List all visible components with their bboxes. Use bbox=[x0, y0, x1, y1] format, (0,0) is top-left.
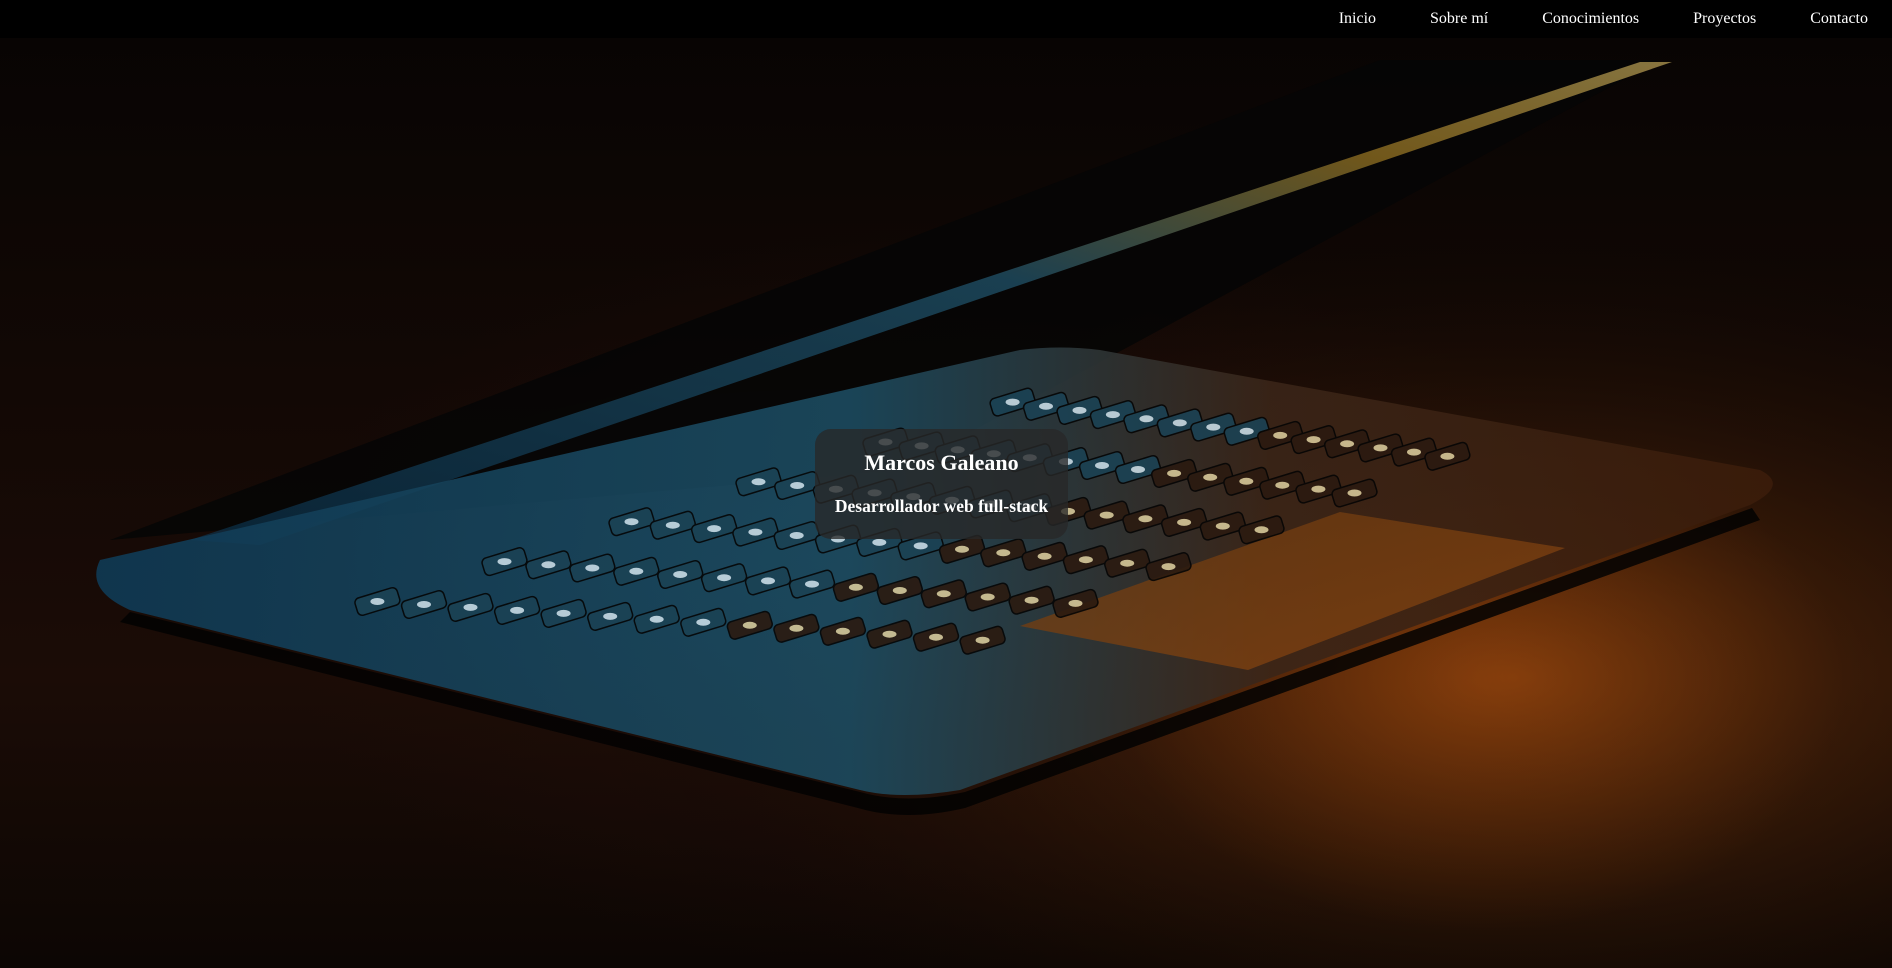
key-backlight bbox=[1440, 452, 1455, 460]
key-backlight bbox=[789, 624, 804, 632]
key-backlight bbox=[955, 545, 969, 553]
nav-item-conocimientos: Conocimientos bbox=[1542, 10, 1639, 28]
key-backlight bbox=[1161, 563, 1176, 571]
key-backlight bbox=[1203, 473, 1218, 481]
key-backlight bbox=[417, 601, 431, 608]
key-backlight bbox=[848, 583, 863, 591]
key-backlight bbox=[717, 574, 732, 582]
key-backlight bbox=[585, 564, 600, 572]
nav-menu: Inicio Sobre mí Conocimientos Proyectos … bbox=[1285, 0, 1868, 38]
key-backlight bbox=[882, 630, 897, 638]
key-backlight bbox=[603, 612, 618, 620]
key-backlight bbox=[1167, 469, 1182, 477]
key-backlight bbox=[1215, 522, 1230, 530]
key-backlight bbox=[649, 615, 664, 623]
nav-item-contacto: Contacto bbox=[1810, 10, 1868, 28]
key-backlight bbox=[1275, 481, 1290, 489]
hero-name: Marcos Galeano bbox=[864, 450, 1019, 475]
key-backlight bbox=[1373, 444, 1388, 452]
nav-link-proyectos[interactable]: Proyectos bbox=[1693, 10, 1756, 27]
key-backlight bbox=[1068, 599, 1083, 607]
nav-link-conocimientos[interactable]: Conocimientos bbox=[1542, 10, 1639, 27]
key-backlight bbox=[748, 528, 763, 536]
key-backlight bbox=[1273, 431, 1288, 439]
key-backlight bbox=[1005, 398, 1020, 406]
key-backlight bbox=[665, 521, 680, 529]
key-backlight bbox=[892, 587, 907, 594]
key-backlight bbox=[1239, 427, 1254, 435]
key-backlight bbox=[1105, 411, 1120, 419]
key-backlight bbox=[497, 558, 512, 566]
key-backlight bbox=[1139, 415, 1154, 423]
nav-link-contacto[interactable]: Contacto bbox=[1810, 10, 1868, 27]
top-navbar: Inicio Sobre mí Conocimientos Proyectos … bbox=[0, 0, 1892, 38]
key-backlight bbox=[751, 478, 766, 486]
hero-subtitle: Desarrollador web full-stack bbox=[834, 496, 1049, 516]
key-backlight bbox=[1138, 515, 1153, 523]
key-backlight bbox=[1306, 436, 1321, 444]
key-backlight bbox=[835, 627, 850, 635]
key-backlight bbox=[624, 518, 639, 526]
nav-item-sobre-mi: Sobre mí bbox=[1430, 10, 1488, 28]
key-backlight bbox=[1039, 402, 1053, 410]
nav-link-sobre-mi[interactable]: Sobre mí bbox=[1430, 10, 1488, 27]
key-backlight bbox=[1095, 462, 1109, 469]
key-backlight bbox=[370, 598, 385, 605]
key-backlight bbox=[1206, 423, 1221, 431]
hero-title-card: Marcos Galeano Desarrollador web full-st… bbox=[815, 429, 1068, 539]
key-backlight bbox=[1407, 448, 1421, 456]
key-backlight bbox=[510, 606, 525, 614]
key-backlight bbox=[980, 593, 995, 601]
key-backlight bbox=[975, 636, 990, 644]
key-backlight bbox=[872, 538, 887, 546]
key-backlight bbox=[996, 549, 1011, 557]
nav-item-inicio: Inicio bbox=[1339, 10, 1376, 28]
key-backlight bbox=[696, 618, 711, 626]
key-backlight bbox=[742, 621, 757, 629]
key-backlight bbox=[1024, 596, 1039, 604]
key-backlight bbox=[1172, 419, 1187, 427]
key-backlight bbox=[929, 633, 943, 641]
key-backlight bbox=[1311, 485, 1326, 493]
key-backlight bbox=[1254, 526, 1269, 534]
key-backlight bbox=[1099, 511, 1114, 519]
key-backlight bbox=[1037, 552, 1052, 560]
key-backlight bbox=[1131, 466, 1145, 473]
key-backlight bbox=[913, 542, 928, 550]
key-backlight bbox=[1177, 518, 1192, 526]
key-backlight bbox=[541, 561, 556, 569]
key-backlight bbox=[761, 577, 775, 585]
key-backlight bbox=[1347, 489, 1362, 497]
key-backlight bbox=[789, 532, 804, 539]
key-backlight bbox=[707, 525, 722, 533]
key-backlight bbox=[1340, 440, 1355, 448]
key-backlight bbox=[629, 567, 644, 575]
nav-link-inicio[interactable]: Inicio bbox=[1339, 10, 1376, 27]
key-backlight bbox=[1120, 559, 1135, 567]
key-backlight bbox=[1239, 477, 1254, 485]
key-backlight bbox=[1072, 406, 1087, 414]
key-backlight bbox=[673, 571, 688, 578]
nav-item-proyectos: Proyectos bbox=[1693, 10, 1756, 28]
key-backlight bbox=[1078, 556, 1093, 564]
key-backlight bbox=[463, 603, 478, 611]
key-backlight bbox=[805, 580, 819, 588]
key-backlight bbox=[556, 609, 571, 617]
key-backlight bbox=[790, 482, 805, 489]
key-backlight bbox=[936, 590, 951, 598]
